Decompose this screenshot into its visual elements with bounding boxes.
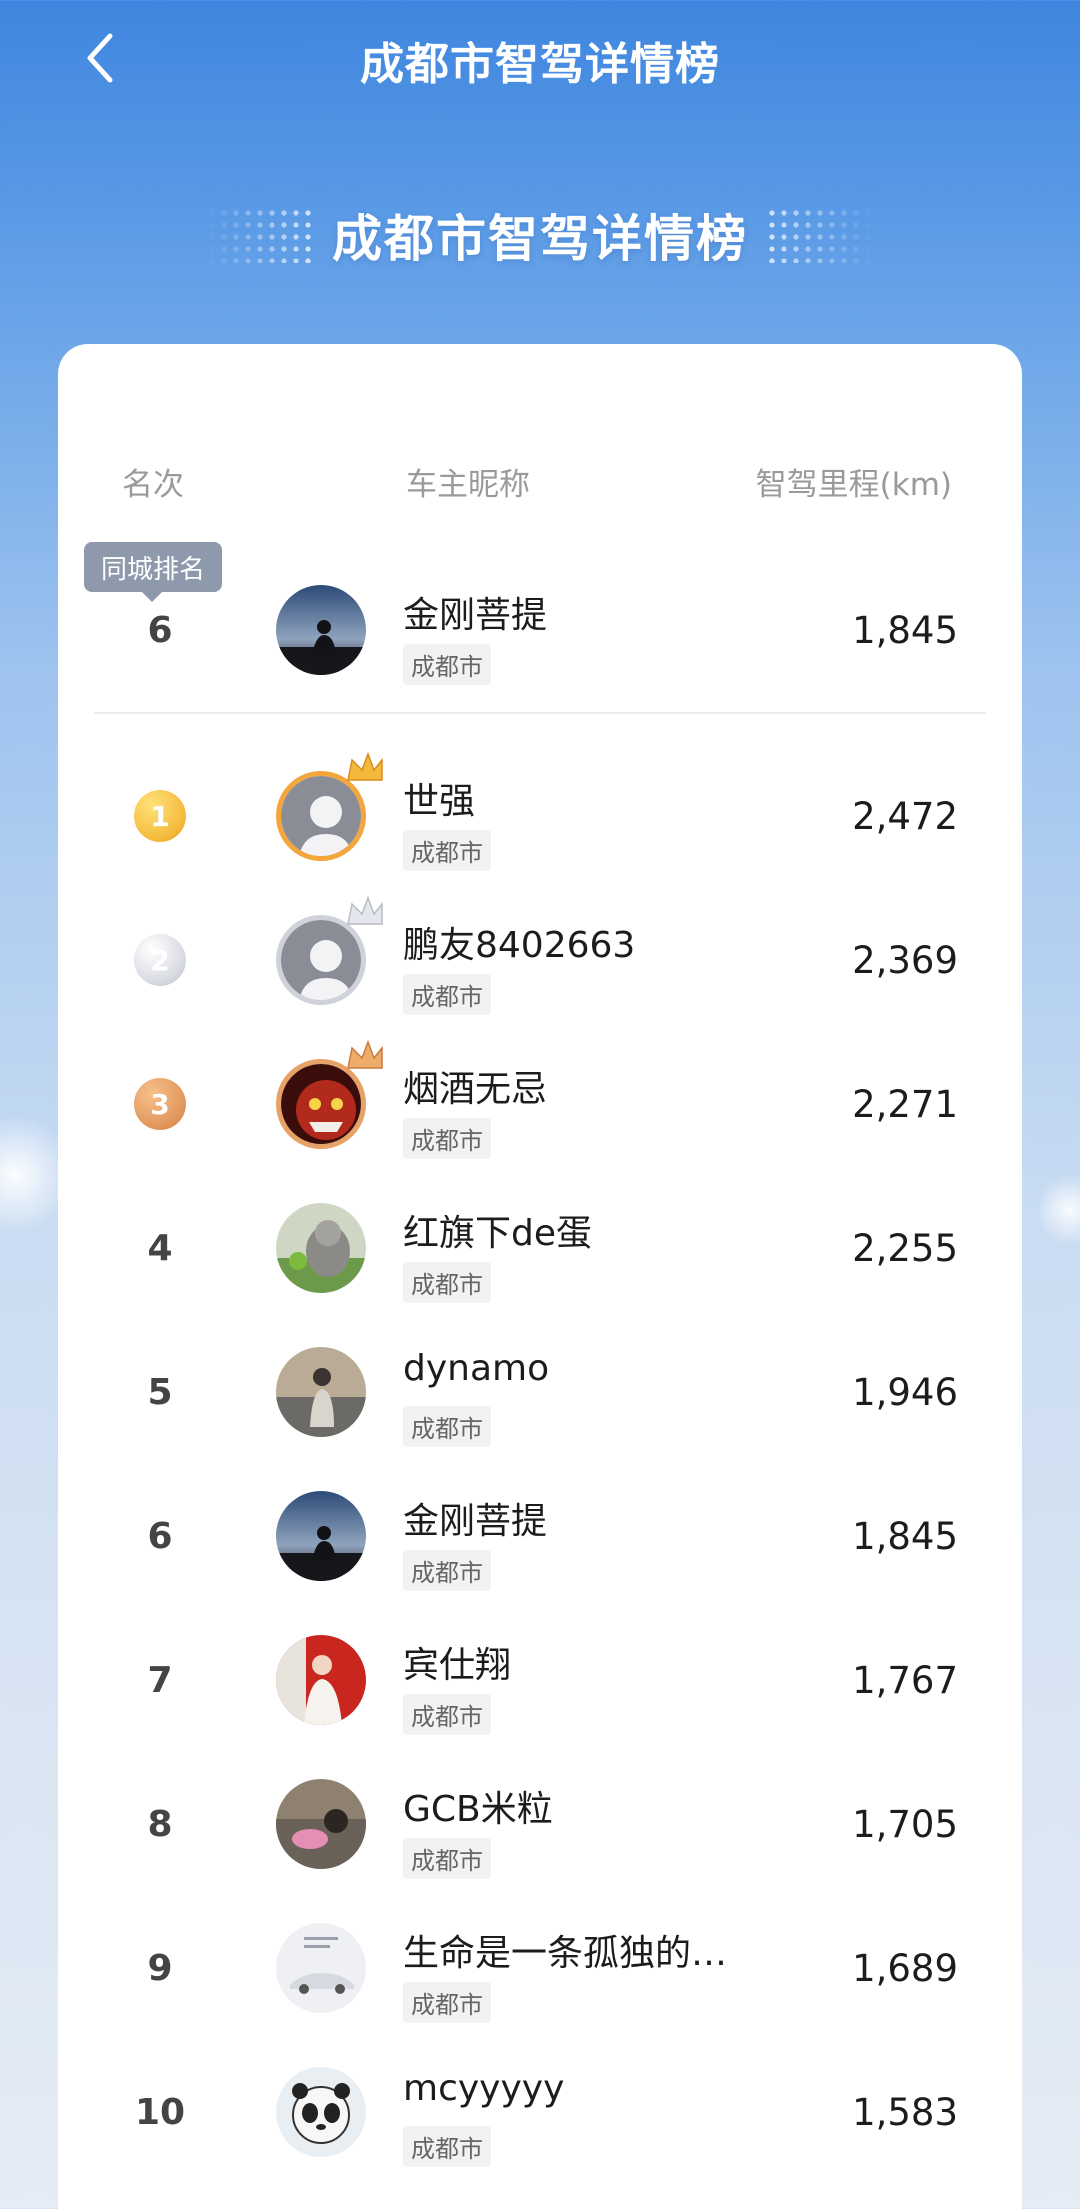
distance-value: 1,845 <box>852 1514 958 1558</box>
avatar <box>276 1923 366 2013</box>
rank-medal-cell: 1 <box>112 744 208 888</box>
silver-medal-icon: 2 <box>134 934 186 986</box>
dots-decoration-right <box>766 207 874 263</box>
gold-crown-icon <box>347 751 383 781</box>
distance-value: 1,946 <box>852 1370 958 1414</box>
dots-decoration-left <box>206 207 314 263</box>
background-cloud-right <box>1040 1170 1080 1250</box>
distance-value: 1,689 <box>852 1946 958 1990</box>
distance-value: 2,472 <box>852 794 958 838</box>
nickname: 金刚菩提 <box>403 1501 548 1542</box>
column-header-distance: 智驾里程(km) <box>755 467 952 503</box>
city-tag: 成都市 <box>403 1118 491 1159</box>
nickname: 金刚菩提 <box>403 595 548 636</box>
rank-number: 5 <box>147 1371 173 1413</box>
avatar <box>276 585 366 675</box>
bronze-crown-icon <box>347 1039 383 1069</box>
table-row[interactable]: 5 dynamo 成都市 1,946 <box>58 1320 1022 1464</box>
nickname: 世强 <box>403 781 476 822</box>
avatar <box>276 1635 366 1725</box>
table-row[interactable]: 9 生命是一条孤独的… 成都市 1,689 <box>58 1896 1022 2040</box>
nickname: 生命是一条孤独的… <box>403 1933 728 1974</box>
hero-title: 成都市智驾详情榜 <box>332 210 748 268</box>
avatar <box>276 1779 366 1869</box>
divider <box>94 712 986 714</box>
avatar <box>276 2067 366 2157</box>
distance-value: 1,767 <box>852 1658 958 1702</box>
column-header-nickname: 车主昵称 <box>406 467 530 503</box>
distance-value: 2,369 <box>852 938 958 982</box>
city-tag: 成都市 <box>403 644 491 685</box>
distance-value: 2,255 <box>852 1226 958 1270</box>
avatar <box>276 1491 366 1581</box>
table-row[interactable]: 10 mcyyyyy 成都市 1,583 <box>58 2040 1022 2184</box>
city-tag: 成都市 <box>403 1694 491 1735</box>
city-tag: 成都市 <box>403 1406 491 1447</box>
column-header-rank: 名次 <box>122 467 184 503</box>
rank-number: 8 <box>147 1803 173 1845</box>
table-row[interactable]: 3 烟酒无忌 成都市 2,271 <box>58 1032 1022 1176</box>
distance-value: 1,845 <box>852 608 958 652</box>
distance-value: 2,271 <box>852 1082 958 1126</box>
city-tag: 成都市 <box>403 974 491 1015</box>
table-row[interactable]: 4 红旗下de蛋 成都市 2,255 <box>58 1176 1022 1320</box>
leaderboard-card: 名次 车主昵称 智驾里程(km) 6 金刚菩提 成都市 1,845 同城排名 1… <box>58 344 1022 2209</box>
table-row[interactable]: 6 金刚菩提 成都市 1,845 <box>58 1464 1022 1608</box>
nickname: 烟酒无忌 <box>403 1069 548 1110</box>
city-tag: 成都市 <box>403 1982 491 2023</box>
avatar <box>276 1347 366 1437</box>
gold-medal-icon: 1 <box>134 790 186 842</box>
nickname: mcyyyyy <box>403 2068 565 2109</box>
rank-number: 9 <box>147 1947 173 1989</box>
city-tag: 成都市 <box>403 2126 491 2167</box>
bronze-medal-icon: 3 <box>134 1078 186 1130</box>
page-title: 成都市智驾详情榜 <box>360 39 720 90</box>
city-tag: 成都市 <box>403 1838 491 1879</box>
nickname: 鹏友8402663 <box>403 925 636 966</box>
city-tag: 成都市 <box>403 830 491 871</box>
top-bar: 成都市智驾详情榜 <box>0 0 1080 120</box>
rank-number: 4 <box>147 1227 173 1269</box>
distance-value: 1,583 <box>852 2090 958 2134</box>
table-row[interactable]: 8 GCB米粒 成都市 1,705 <box>58 1752 1022 1896</box>
city-tag: 成都市 <box>403 1550 491 1591</box>
hero-banner: 成都市智驾详情榜 <box>0 195 1080 275</box>
nickname: dynamo <box>403 1348 550 1389</box>
city-tag: 成都市 <box>403 1262 491 1303</box>
rank-medal-cell: 2 <box>112 888 208 1032</box>
avatar <box>276 1203 366 1293</box>
distance-value: 1,705 <box>852 1802 958 1846</box>
nickname: 红旗下de蛋 <box>403 1213 593 1254</box>
silver-crown-icon <box>347 895 383 925</box>
rank-number: 6 <box>147 1515 173 1557</box>
rank-medal-cell: 3 <box>112 1032 208 1176</box>
nickname: GCB米粒 <box>403 1789 553 1830</box>
rank-number: 10 <box>134 2091 186 2133</box>
same-city-rank-tooltip: 同城排名 <box>84 542 222 602</box>
nickname: 宾仕翔 <box>403 1645 512 1686</box>
table-row[interactable]: 1 世强 成都市 2,472 <box>58 744 1022 888</box>
table-row[interactable]: 7 宾仕翔 成都市 1,767 <box>58 1608 1022 1752</box>
table-row[interactable]: 2 鹏友8402663 成都市 2,369 <box>58 888 1022 1032</box>
rank-number: 7 <box>147 1659 173 1701</box>
